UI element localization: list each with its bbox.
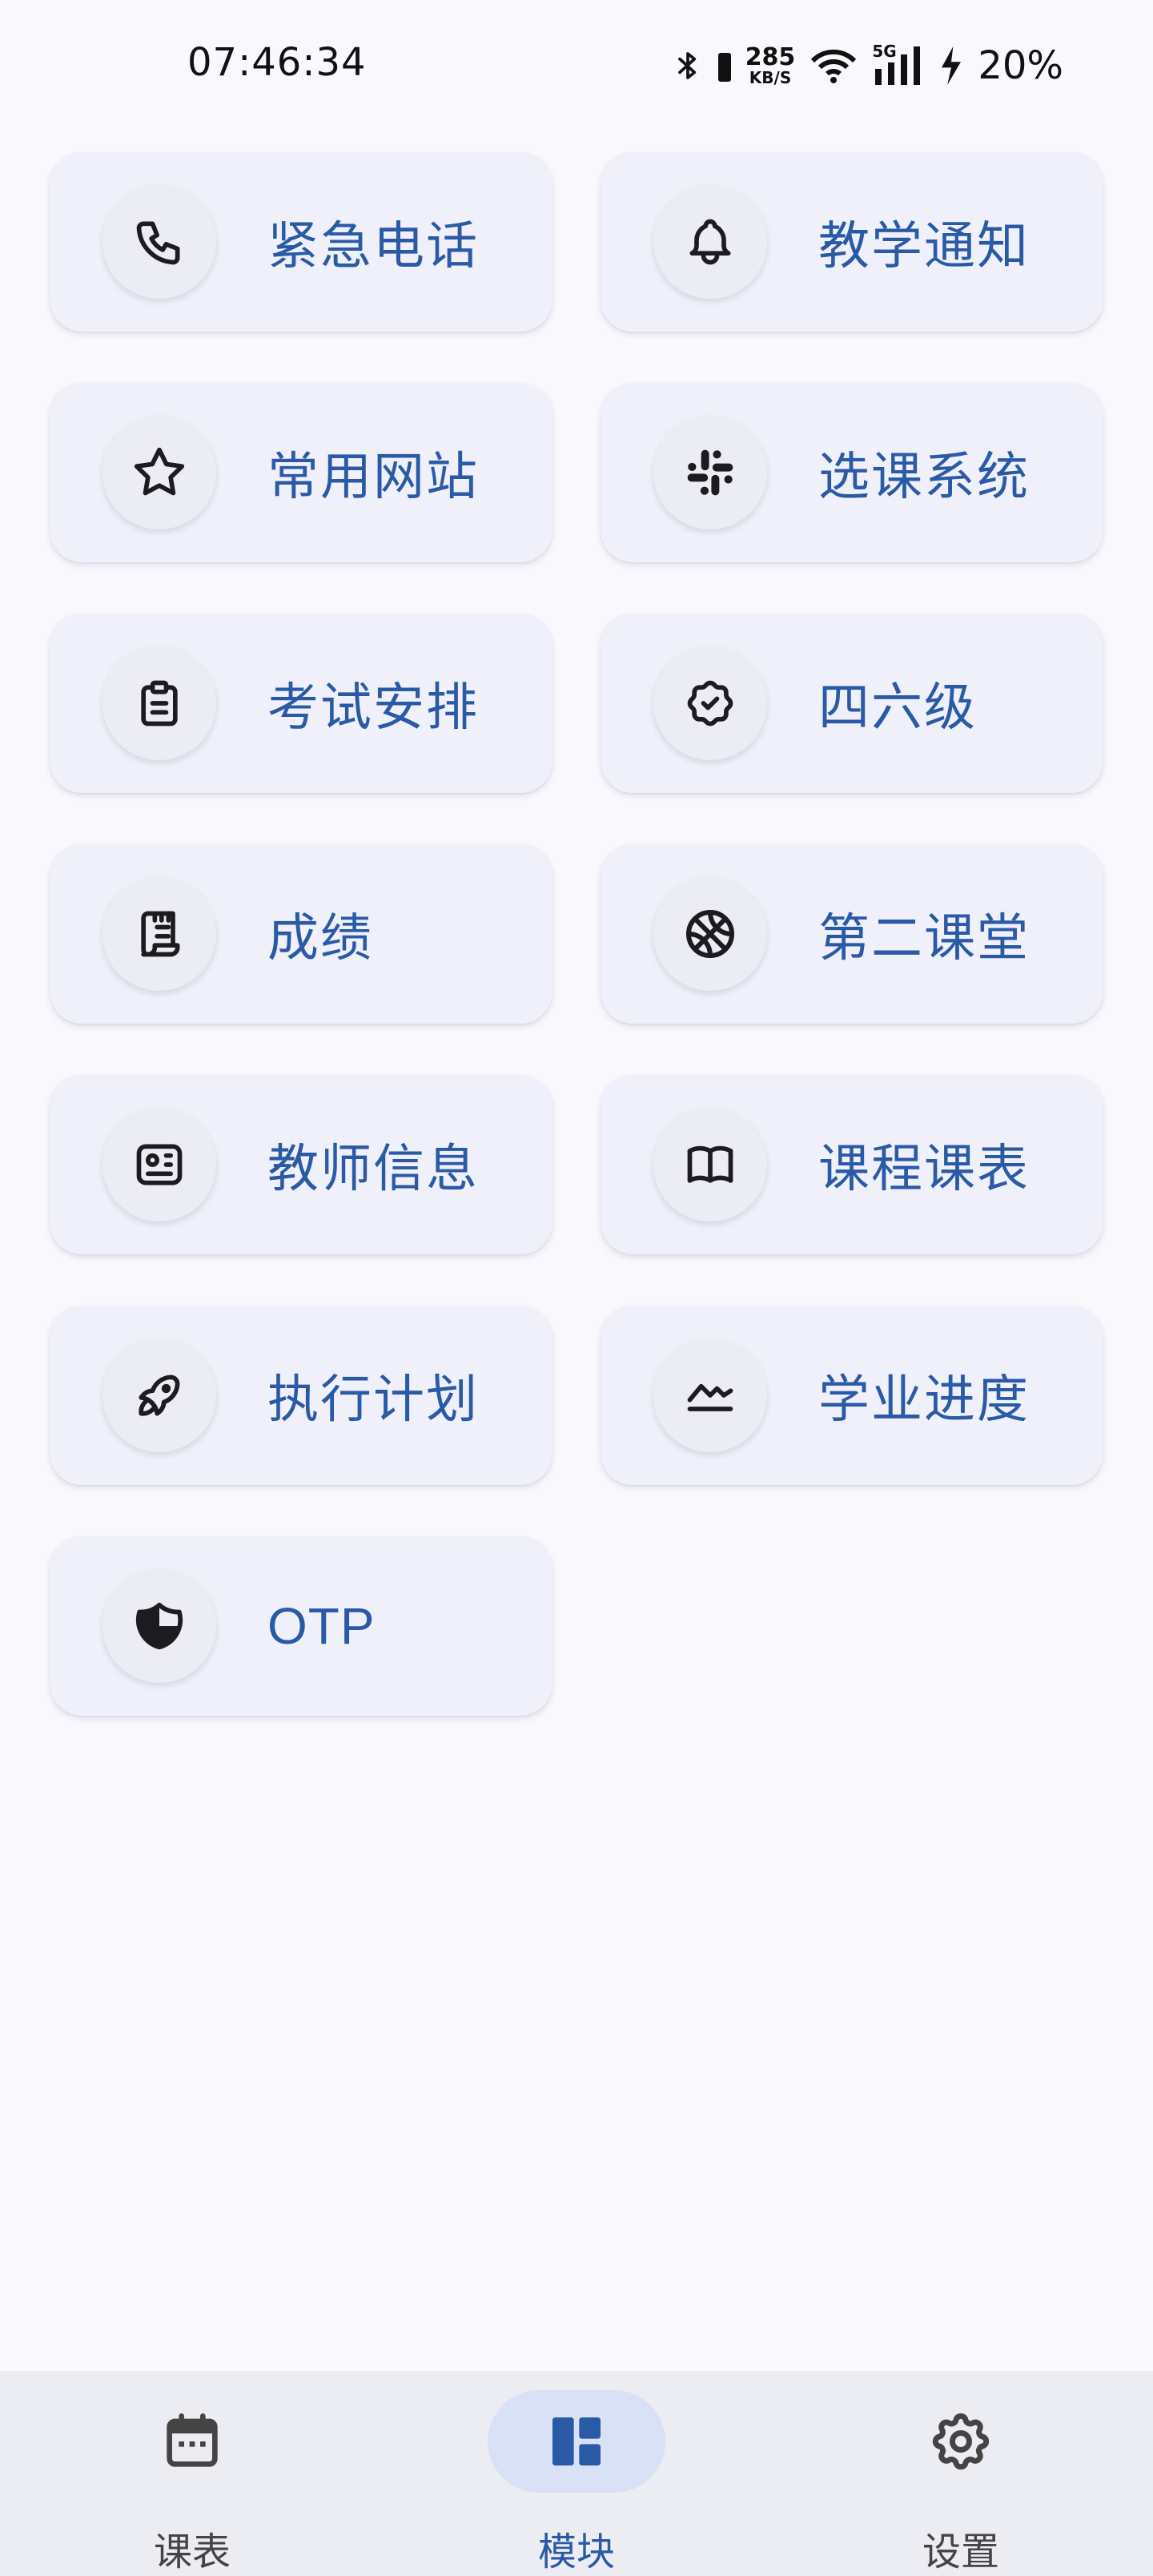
bottom-navigation: 课表 模块 设置 <box>0 2371 1153 2576</box>
receipt-icon <box>102 877 216 991</box>
badge-check-icon <box>653 646 767 760</box>
hash-grid-icon <box>653 416 767 529</box>
basketball-icon <box>653 877 767 991</box>
module-label: 学业进度 <box>818 1371 1030 1430</box>
network-speed-unit: KB/S <box>749 68 792 87</box>
network-speed: 285 KB/S <box>745 43 796 87</box>
shield-icon <box>102 1569 216 1683</box>
nav-label: 模块 <box>537 2530 615 2574</box>
module-card-websites[interactable]: 常用网站 <box>50 383 552 562</box>
star-icon <box>102 416 216 529</box>
battery-mini-icon <box>717 50 731 82</box>
status-icons: 285 KB/S 5G 20% <box>672 40 1063 91</box>
module-label: 考试安排 <box>267 678 479 738</box>
chart-line-icon <box>653 1338 767 1452</box>
module-label: 常用网站 <box>267 448 479 507</box>
module-card-cet[interactable]: 四六级 <box>601 614 1103 793</box>
id-card-icon <box>102 1108 216 1222</box>
module-card-notice[interactable]: 教学通知 <box>601 152 1103 332</box>
module-card-exams[interactable]: 考试安排 <box>50 614 552 793</box>
status-time: 07:46:34 <box>187 40 367 85</box>
clipboard-icon <box>102 646 216 760</box>
network-speed-value: 285 <box>745 43 796 71</box>
module-label: 教师信息 <box>267 1140 479 1199</box>
module-label: 课程课表 <box>818 1140 1030 1199</box>
nav-item-schedule[interactable]: 课表 <box>0 2371 384 2576</box>
dashboard-icon <box>488 2390 665 2493</box>
charging-icon <box>939 46 963 85</box>
phone-icon <box>102 185 216 299</box>
module-card-emergency[interactable]: 紧急电话 <box>50 152 552 332</box>
network-type: 5G <box>872 42 897 61</box>
module-label: 紧急电话 <box>267 217 479 276</box>
calendar-icon <box>103 2390 281 2493</box>
gear-icon <box>872 2390 1050 2493</box>
module-card-progress[interactable]: 学业进度 <box>601 1306 1103 1485</box>
module-label: 执行计划 <box>267 1371 479 1430</box>
module-card-teachers[interactable]: 教师信息 <box>50 1075 552 1254</box>
bell-icon <box>653 185 767 299</box>
module-card-plan[interactable]: 执行计划 <box>50 1306 552 1485</box>
cellular-signal-icon: 5G <box>872 42 925 85</box>
module-label: 选课系统 <box>818 448 1030 507</box>
bluetooth-icon <box>672 46 704 85</box>
battery-percent: 20% <box>978 43 1063 88</box>
module-label: 四六级 <box>818 678 977 738</box>
module-card-otp[interactable]: OTP <box>50 1536 552 1716</box>
rocket-icon <box>102 1338 216 1452</box>
nav-item-settings[interactable]: 设置 <box>769 2371 1153 2576</box>
module-label: 第二课堂 <box>818 909 1030 968</box>
module-label: 教学通知 <box>818 217 1030 276</box>
module-card-grades[interactable]: 成绩 <box>50 844 552 1024</box>
nav-item-modules[interactable]: 模块 <box>384 2371 769 2576</box>
module-card-second-classroom[interactable]: 第二课堂 <box>601 844 1103 1024</box>
nav-label: 设置 <box>922 2530 999 2574</box>
module-label: 成绩 <box>267 909 373 968</box>
nav-label: 课表 <box>153 2530 231 2574</box>
module-grid: 紧急电话 教学通知 常用网站 选课系统 考试安排 四六级 成绩 第二课堂 教师信… <box>50 152 1103 1716</box>
wifi-icon <box>810 46 858 85</box>
module-label: OTP <box>267 1597 376 1655</box>
module-card-course-selection[interactable]: 选课系统 <box>601 383 1103 562</box>
book-icon <box>653 1108 767 1222</box>
module-card-course-table[interactable]: 课程课表 <box>601 1075 1103 1254</box>
status-bar: 07:46:34 285 KB/S 5G 20% <box>0 0 1153 131</box>
